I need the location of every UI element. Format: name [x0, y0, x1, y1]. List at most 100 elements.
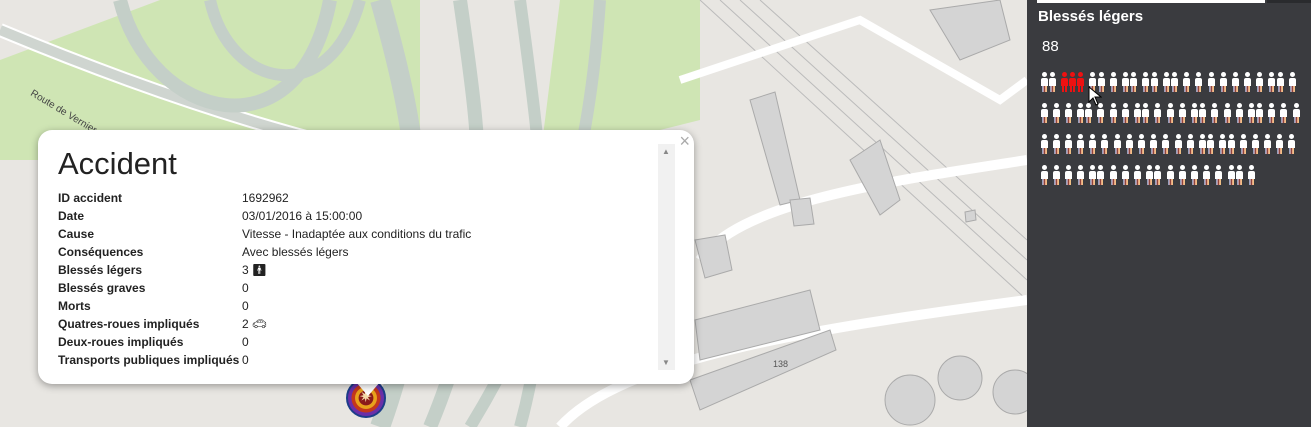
person-icon[interactable]	[1231, 72, 1239, 92]
scroll-down-icon[interactable]: ▼	[662, 358, 670, 367]
person-icon[interactable]	[1077, 165, 1085, 185]
building-number-label: 138	[773, 359, 789, 369]
person-icon[interactable]	[1089, 165, 1097, 185]
person-icon[interactable]	[1244, 72, 1252, 92]
person-icon[interactable]	[1198, 134, 1206, 154]
person-icon[interactable]	[1130, 72, 1138, 92]
person-icon[interactable]	[1276, 72, 1284, 92]
person-icon[interactable]	[1174, 134, 1182, 154]
person-icon[interactable]	[1162, 72, 1170, 92]
table-row: Cause Vitesse - Inadaptée aux conditions …	[58, 225, 622, 243]
car-icon: 🚗︎	[251, 317, 268, 331]
person-icon[interactable]	[1154, 103, 1162, 123]
person-icon[interactable]	[1052, 165, 1060, 185]
person-icon[interactable]	[1064, 165, 1072, 185]
person-icon[interactable]	[1060, 72, 1068, 92]
person-icon[interactable]	[1186, 134, 1194, 154]
person-icon[interactable]	[1040, 165, 1048, 185]
person-icon[interactable]	[1207, 72, 1215, 92]
person-icon[interactable]	[1207, 134, 1215, 154]
person-icon[interactable]	[1247, 165, 1255, 185]
person-icon[interactable]	[1183, 72, 1191, 92]
person-icon[interactable]	[1064, 134, 1072, 154]
person-icon[interactable]	[1064, 103, 1072, 123]
person-icon[interactable]	[1040, 134, 1048, 154]
person-icon[interactable]	[1154, 165, 1162, 185]
person-icon[interactable]	[1101, 134, 1109, 154]
person-icon[interactable]	[1040, 103, 1048, 123]
person-icon[interactable]	[1077, 134, 1085, 154]
person-icon[interactable]	[1150, 72, 1158, 92]
person-icon[interactable]	[1280, 103, 1288, 123]
person-icon[interactable]	[1268, 72, 1276, 92]
person-icon[interactable]	[1150, 134, 1158, 154]
person-icon[interactable]	[1121, 103, 1129, 123]
person-icon[interactable]	[1235, 165, 1243, 185]
person-icon[interactable]	[1178, 103, 1186, 123]
person-icon[interactable]	[1113, 134, 1121, 154]
person-icon[interactable]	[1268, 103, 1276, 123]
row-label: Transports publiques impliqués	[58, 353, 240, 367]
person-icon[interactable]	[1134, 165, 1142, 185]
person-icon[interactable]	[1134, 103, 1142, 123]
person-icon[interactable]	[1178, 165, 1186, 185]
person-icon[interactable]	[1166, 103, 1174, 123]
person-icon[interactable]	[1203, 165, 1211, 185]
person-icon[interactable]	[1223, 103, 1231, 123]
person-icon[interactable]	[1040, 72, 1048, 92]
person-icon[interactable]	[1247, 103, 1255, 123]
person-icon[interactable]	[1142, 72, 1150, 92]
person-icon[interactable]	[1170, 72, 1178, 92]
table-row: Deux-roues impliqués 0	[58, 333, 622, 351]
person-icon[interactable]	[1052, 134, 1060, 154]
person-icon[interactable]	[1109, 72, 1117, 92]
panel-tab-bar-inactive[interactable]	[1267, 0, 1311, 3]
row-value: Avec blessés légers	[242, 245, 349, 259]
person-icon[interactable]	[1052, 103, 1060, 123]
person-icon[interactable]	[1097, 165, 1105, 185]
person-icon[interactable]	[1288, 72, 1296, 92]
person-icon[interactable]	[1219, 134, 1227, 154]
scroll-up-icon[interactable]: ▲	[662, 147, 670, 156]
person-icon[interactable]	[1048, 72, 1056, 92]
person-icon[interactable]	[1256, 72, 1264, 92]
person-icon[interactable]	[1089, 134, 1097, 154]
person-icon[interactable]	[1239, 134, 1247, 154]
person-icon[interactable]	[1077, 72, 1085, 92]
panel-tab-bar[interactable]	[1037, 0, 1265, 3]
person-icon[interactable]	[1235, 103, 1243, 123]
person-icon[interactable]	[1109, 165, 1117, 185]
person-icon[interactable]	[1292, 103, 1300, 123]
person-icon[interactable]	[1227, 165, 1235, 185]
person-icon[interactable]	[1227, 134, 1235, 154]
accident-details-table: ID accident 1692962 Date 03/01/2016 à 15:0…	[58, 189, 622, 369]
person-icon[interactable]	[1069, 72, 1077, 92]
person-icon[interactable]	[1122, 72, 1130, 92]
person-icon[interactable]	[1142, 103, 1150, 123]
person-icon[interactable]	[1211, 103, 1219, 123]
person-icon[interactable]	[1190, 165, 1198, 185]
person-icon[interactable]	[1125, 134, 1133, 154]
person-icon[interactable]	[1288, 134, 1296, 154]
person-icon[interactable]	[1251, 134, 1259, 154]
person-icon[interactable]	[1264, 134, 1272, 154]
person-icon[interactable]	[1121, 165, 1129, 185]
person-icon[interactable]	[1256, 103, 1264, 123]
person-icon[interactable]	[1146, 165, 1154, 185]
person-icon[interactable]	[1166, 165, 1174, 185]
person-icon[interactable]	[1215, 165, 1223, 185]
person-icon[interactable]	[1097, 103, 1105, 123]
person-icon[interactable]	[1085, 103, 1093, 123]
person-icon[interactable]	[1276, 134, 1284, 154]
person-icon[interactable]	[1109, 103, 1117, 123]
person-icon[interactable]	[1190, 103, 1198, 123]
person-icon[interactable]	[1077, 103, 1085, 123]
person-icon[interactable]	[1195, 72, 1203, 92]
person-icon[interactable]	[1162, 134, 1170, 154]
person-icon[interactable]	[1138, 134, 1146, 154]
popup-scrollbar[interactable]: ▲ ▼	[658, 144, 675, 370]
person-icon[interactable]	[1219, 72, 1227, 92]
person-icon[interactable]	[1199, 103, 1207, 123]
close-icon[interactable]: ×	[679, 132, 690, 150]
popup-title: Accident	[58, 146, 177, 181]
